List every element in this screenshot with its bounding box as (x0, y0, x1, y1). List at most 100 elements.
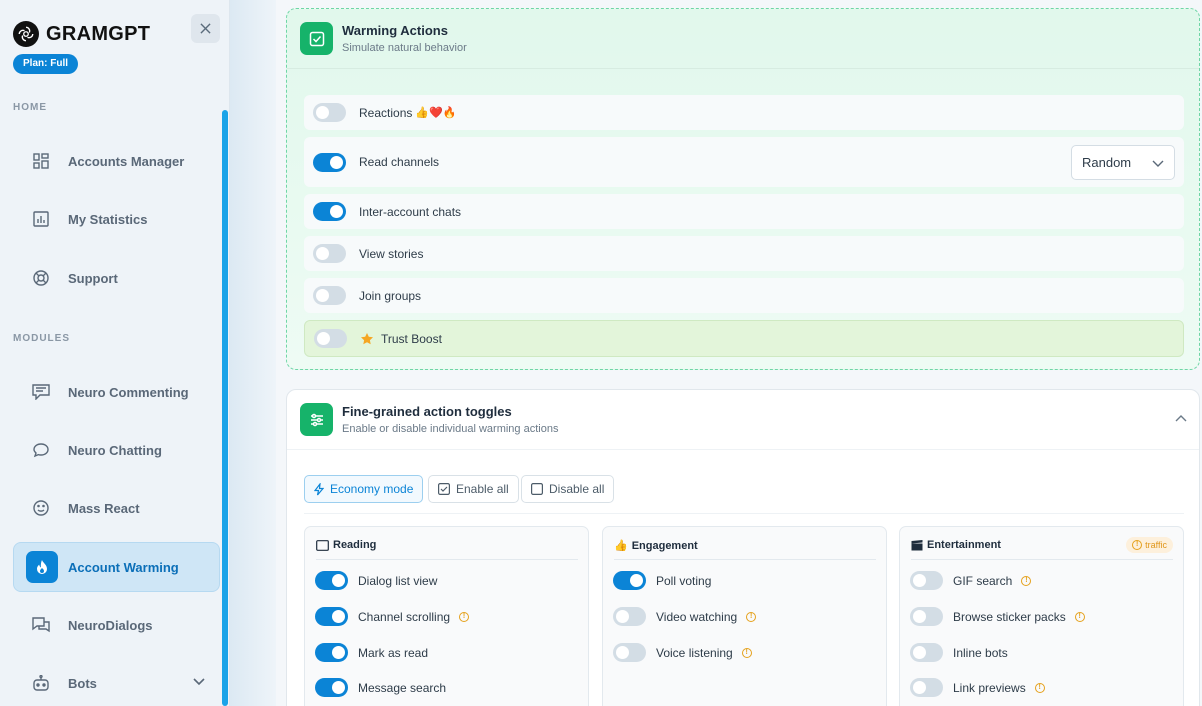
card-title: Fine-grained action toggles (342, 404, 512, 419)
column-title: Reading (333, 539, 377, 551)
info-icon[interactable]: ! (1074, 611, 1085, 622)
chevron-down-icon[interactable] (192, 674, 206, 693)
channel-scrolling-toggle[interactable] (315, 607, 348, 626)
select-value: Random (1082, 155, 1132, 170)
enable-all-button[interactable]: Enable all (428, 475, 519, 503)
disable-all-button[interactable]: Disable all (521, 475, 615, 503)
sidebar-item-neuro-commenting[interactable]: Neuro Commenting (13, 367, 220, 417)
inline-bots-toggle[interactable] (910, 643, 943, 662)
dialogs-icon (30, 614, 52, 636)
item-label: Message search (358, 680, 447, 695)
economy-mode-button[interactable]: Economy mode (304, 475, 424, 503)
flame-icon (26, 551, 58, 583)
sidebar-item-label: Accounts Manager (68, 153, 185, 169)
sliders-icon (300, 403, 333, 436)
inter-account-chats-toggle[interactable] (313, 202, 346, 221)
sidebar-item-bots[interactable]: Bots (13, 658, 220, 706)
chevron-down-icon (1152, 160, 1164, 167)
toggle-item: Message search (305, 678, 580, 697)
logo-mark-icon (13, 21, 39, 47)
divider (911, 559, 1173, 560)
sidebar-item-neuro-chatting[interactable]: Neuro Chatting (13, 425, 220, 475)
badge-label: traffic (1145, 540, 1167, 550)
link-previews-toggle[interactable] (910, 678, 943, 697)
engagement-column: 👍 Engagement Poll voting Video watching … (602, 526, 887, 706)
row-label: Reactions (359, 105, 413, 120)
sidebar-item-accounts-manager[interactable]: Accounts Manager (13, 136, 220, 186)
info-icon: ! (1132, 540, 1143, 550)
home-section-label: HOME (13, 102, 47, 113)
info-icon[interactable]: ! (1034, 682, 1045, 693)
toggle-item: Mark as read (305, 643, 580, 662)
toggle-item: Link previews ! (900, 678, 1175, 697)
item-label: Voice listening (656, 645, 733, 660)
fine-grained-card: Fine-grained action toggles Enable or di… (286, 389, 1200, 706)
mark-as-read-toggle[interactable] (315, 643, 348, 662)
bot-icon (30, 672, 52, 694)
reactions-toggle[interactable] (313, 103, 346, 122)
sidebar-scrollbar[interactable] (222, 110, 228, 706)
row-label: Read channels (359, 155, 440, 169)
close-sidebar-button[interactable] (191, 14, 220, 43)
sidebar-item-label: Account Warming (68, 559, 179, 575)
chart-icon (30, 208, 52, 230)
logo[interactable]: GRAMGPT (13, 21, 150, 47)
warming-row-read-channels: Read channels Random (304, 137, 1184, 187)
reading-column: Reading Dialog list view Channel scrolli… (304, 526, 589, 706)
info-icon[interactable]: ! (741, 647, 752, 658)
sidebar-item-account-warming[interactable]: Account Warming (13, 542, 220, 592)
video-watching-toggle[interactable] (613, 607, 646, 626)
warming-row-inter-account-chats: Inter-account chats (304, 194, 1184, 229)
smile-icon (30, 497, 52, 519)
poll-voting-toggle[interactable] (613, 571, 646, 590)
item-label: Browse sticker packs (953, 609, 1066, 624)
gif-search-toggle[interactable] (910, 571, 943, 590)
view-stories-toggle[interactable] (313, 244, 346, 263)
trust-boost-toggle[interactable] (314, 329, 347, 348)
sidebar-item-label: Neuro Chatting (68, 442, 162, 458)
traffic-badge: ! traffic (1126, 537, 1173, 553)
warming-row-trust-boost: Trust Boost (304, 320, 1184, 357)
read-channels-toggle[interactable] (313, 152, 346, 172)
card-subtitle: Simulate natural behavior (342, 42, 467, 54)
read-channels-mode-select[interactable]: Random (1071, 145, 1175, 180)
message-search-toggle[interactable] (315, 678, 348, 697)
clapper-icon (911, 539, 923, 550)
sidebar-item-label: Mass React (68, 500, 140, 516)
sidebar-item-label: Support (68, 270, 118, 286)
button-label: Disable all (549, 482, 605, 496)
sidebar-item-my-statistics[interactable]: My Statistics (13, 194, 220, 244)
collapse-chevron-up-icon[interactable] (1175, 412, 1187, 430)
info-icon[interactable]: ! (746, 611, 757, 622)
toggle-item: Browse sticker packs ! (900, 607, 1175, 626)
checklist-icon (300, 22, 333, 55)
sidebar-item-label: Bots (68, 675, 97, 691)
warming-row-reactions: Reactions 👍❤️🔥 (304, 95, 1184, 130)
voice-listening-toggle[interactable] (613, 643, 646, 662)
item-label: Video watching (656, 609, 738, 624)
row-label: View stories (359, 246, 424, 261)
button-label: Enable all (456, 482, 509, 496)
divider (287, 449, 1199, 450)
entertainment-column: Entertainment ! traffic GIF search ! Bro… (899, 526, 1184, 706)
dialog-list-view-toggle[interactable] (315, 571, 348, 590)
warming-row-view-stories: View stories (304, 236, 1184, 271)
join-groups-toggle[interactable] (313, 286, 346, 305)
checkbox-checked-icon (438, 483, 450, 495)
sidebar-item-mass-react[interactable]: Mass React (13, 483, 220, 533)
info-icon[interactable]: ! (459, 611, 470, 622)
item-label: Inline bots (953, 645, 1008, 660)
brand-name: GRAMGPT (46, 22, 151, 45)
item-label: Poll voting (656, 573, 712, 588)
warming-actions-card: Warming Actions Simulate natural behavio… (286, 8, 1200, 370)
sidebar-item-neurodialogs[interactable]: NeuroDialogs (13, 600, 220, 650)
toggle-item: Channel scrolling ! (305, 607, 580, 626)
browse-sticker-packs-toggle[interactable] (910, 607, 943, 626)
toggle-item: Dialog list view (305, 571, 580, 590)
divider (316, 559, 578, 560)
checkbox-empty-icon (531, 483, 543, 495)
sidebar-item-support[interactable]: Support (13, 253, 220, 303)
card-subtitle: Enable or disable individual warming act… (342, 423, 559, 435)
lightning-icon (314, 482, 324, 495)
info-icon[interactable]: ! (1021, 575, 1032, 586)
